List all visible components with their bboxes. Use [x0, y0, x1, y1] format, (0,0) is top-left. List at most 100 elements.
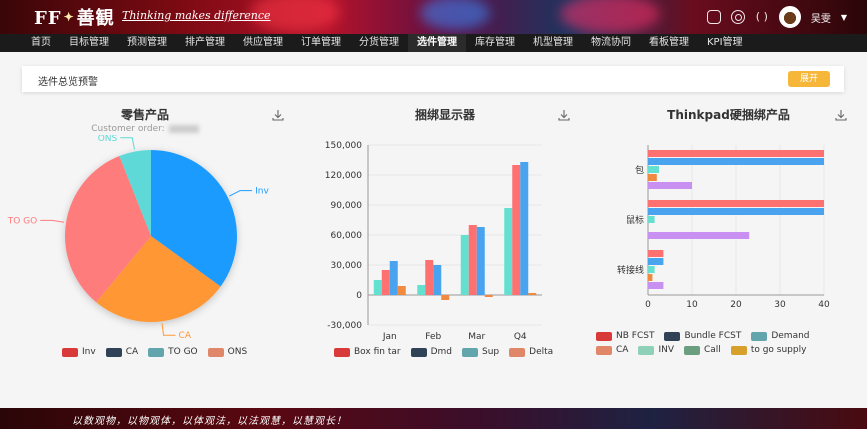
nav-item-forecast[interactable]: 预测管理	[118, 34, 176, 52]
thinkpad-legend-item[interactable]: Bundle FCST	[664, 331, 741, 341]
message-icon[interactable]	[706, 10, 721, 24]
bar-delta-jan[interactable]	[397, 286, 406, 295]
download-icon[interactable]	[558, 109, 570, 121]
legend-label: NB FCST	[616, 331, 655, 341]
user-name[interactable]: 吴雯	[811, 10, 831, 25]
bar-box-fin-tar-mar[interactable]	[468, 225, 477, 295]
header-slogan: Thinking makes difference	[122, 9, 271, 22]
bar-sup-mar[interactable]	[460, 235, 469, 295]
bar-box-fin-tar-q4[interactable]	[512, 165, 521, 295]
download-icon[interactable]	[835, 109, 847, 121]
bar-dmd-mar[interactable]	[476, 227, 485, 295]
thinkpad-legend-item[interactable]: to go supply	[730, 345, 807, 355]
legend-swatch	[638, 345, 655, 355]
hbar-inv[interactable]	[648, 216, 655, 223]
bundle-chart-title: 捆绑显示器	[414, 108, 475, 122]
bar-dmd-q4[interactable]	[520, 162, 529, 295]
thinkpad-legend-item[interactable]: NB FCST	[596, 331, 654, 341]
x-tick-label: Jan	[382, 332, 397, 342]
hbar-bundle-fcst[interactable]	[648, 158, 824, 165]
nav-item-target[interactable]: 目标管理	[60, 34, 118, 52]
y-tick-label: 120,000	[325, 171, 362, 181]
nav-item-allocation[interactable]: 分货管理	[350, 34, 408, 52]
retail-legend-item[interactable]: CA	[105, 347, 138, 357]
hbar-to-go-supply[interactable]	[648, 232, 750, 239]
hbar-bundle-fcst[interactable]	[648, 258, 664, 265]
chevron-down-icon[interactable]: ▼	[841, 13, 847, 22]
nav-item-logistics[interactable]: 物流协同	[582, 34, 640, 52]
legend-swatch	[462, 347, 478, 357]
nav-item-orders[interactable]: 订单管理	[292, 34, 350, 52]
x-tick-label: 40	[818, 300, 830, 310]
legend-swatch	[334, 347, 350, 357]
download-icon[interactable]	[272, 109, 284, 121]
retail-legend-item[interactable]: TO GO	[148, 347, 198, 357]
bar-dmd-jan[interactable]	[389, 261, 398, 295]
footer-banner: 以数观物，以物观体，以体观法，以法观慧，以慧观长！	[0, 408, 867, 429]
nav-item-home[interactable]: 首页	[22, 34, 60, 52]
bracket-icon[interactable]: ( )	[755, 10, 769, 24]
header-banner: FF ✦ 善観 Thinking makes difference ( ) 吴雯 ▼	[0, 0, 867, 34]
thinkpad-legend-item[interactable]: INV	[638, 345, 674, 355]
settings-icon[interactable]	[730, 10, 745, 24]
nav-item-models[interactable]: 机型管理	[524, 34, 582, 52]
nav-item-supply[interactable]: 供应管理	[234, 34, 292, 52]
legend-label: Bundle FCST	[684, 331, 742, 341]
bundle-legend-item[interactable]: Box fin tar	[334, 347, 401, 357]
pie-slices	[64, 150, 237, 322]
legend-label: Demand	[771, 331, 810, 341]
hbar-to-go-supply[interactable]	[648, 182, 692, 189]
thinkpad-legend-item[interactable]: CA	[596, 345, 628, 355]
hbar-nb-fcst[interactable]	[648, 250, 664, 257]
pie-label-line	[40, 219, 65, 223]
bar-delta-mar[interactable]	[484, 295, 493, 297]
retail-legend-item[interactable]: Inv	[62, 347, 96, 357]
hbar-bundle-fcst[interactable]	[648, 208, 824, 215]
hbar-to-go-supply[interactable]	[648, 282, 664, 289]
thinkpad-legend-item[interactable]: Demand	[751, 331, 810, 341]
pie-label-line	[229, 190, 253, 197]
legend-swatch	[148, 347, 165, 357]
thinkpad-legend-item[interactable]: Call	[684, 345, 721, 355]
bar-dmd-feb[interactable]	[433, 265, 442, 295]
hbar-nb-fcst[interactable]	[648, 200, 824, 207]
bar-delta-q4[interactable]	[528, 293, 537, 295]
avatar[interactable]	[778, 6, 801, 28]
hbar-ca[interactable]	[648, 174, 657, 181]
nav-item-inventory[interactable]: 库存管理	[466, 34, 524, 52]
bar-sup-feb[interactable]	[417, 285, 426, 295]
bar-box-fin-tar-jan[interactable]	[381, 270, 390, 295]
pie-label: Inv	[255, 187, 269, 197]
legend-swatch	[410, 347, 427, 357]
hbar-inv[interactable]	[648, 166, 659, 173]
pie-label-line	[161, 323, 176, 336]
thinkpad-hbar-chart: 0 10 20 30 40 包鼠标转接线	[617, 145, 830, 310]
bundle-legend-item[interactable]: Dmd	[410, 347, 452, 357]
hbar-inv[interactable]	[648, 266, 655, 273]
expand-button[interactable]: 展开	[788, 71, 830, 87]
bar-sup-jan[interactable]	[373, 280, 382, 295]
bar-box-fin-tar-feb[interactable]	[425, 260, 434, 295]
nav-item-dashboard[interactable]: 看板管理	[640, 34, 698, 52]
main-nav: 首页 目标管理 预测管理 排产管理 供应管理 订单管理 分货管理 选件管理 库存…	[0, 34, 867, 52]
hbar-nb-fcst[interactable]	[648, 150, 824, 157]
hbar-ca[interactable]	[648, 274, 653, 281]
legend-label: Box fin tar	[354, 347, 401, 357]
retail-legend-item[interactable]: ONS	[207, 347, 247, 357]
customer-order-label: Customer order:	[91, 124, 165, 134]
x-tick-label: 10	[686, 300, 698, 310]
bar-delta-feb[interactable]	[441, 295, 450, 300]
bundle-legend-item[interactable]: Sup	[462, 347, 499, 357]
nav-item-options[interactable]: 选件管理	[408, 34, 466, 52]
bar-sup-q4[interactable]	[504, 208, 513, 295]
bundle-legend: Box fin tar Dmd Sup Delta	[334, 347, 553, 357]
header-toolbar: ( ) 吴雯 ▼	[706, 6, 847, 28]
nav-item-production[interactable]: 排产管理	[176, 34, 234, 52]
legend-swatch	[684, 345, 700, 355]
thinkpad-bundle-panel: Thinkpad硬捆绑产品 0 10 20 30 40 包鼠标 转接线 NB FCST Bun…	[590, 100, 867, 400]
legend-swatch	[207, 347, 224, 357]
legend-label: to go supply	[750, 345, 807, 355]
bundle-legend-item[interactable]: Delta	[509, 347, 553, 357]
app-logo[interactable]: FF ✦ 善観	[34, 4, 115, 30]
nav-item-kpi[interactable]: KPI管理	[698, 34, 752, 52]
